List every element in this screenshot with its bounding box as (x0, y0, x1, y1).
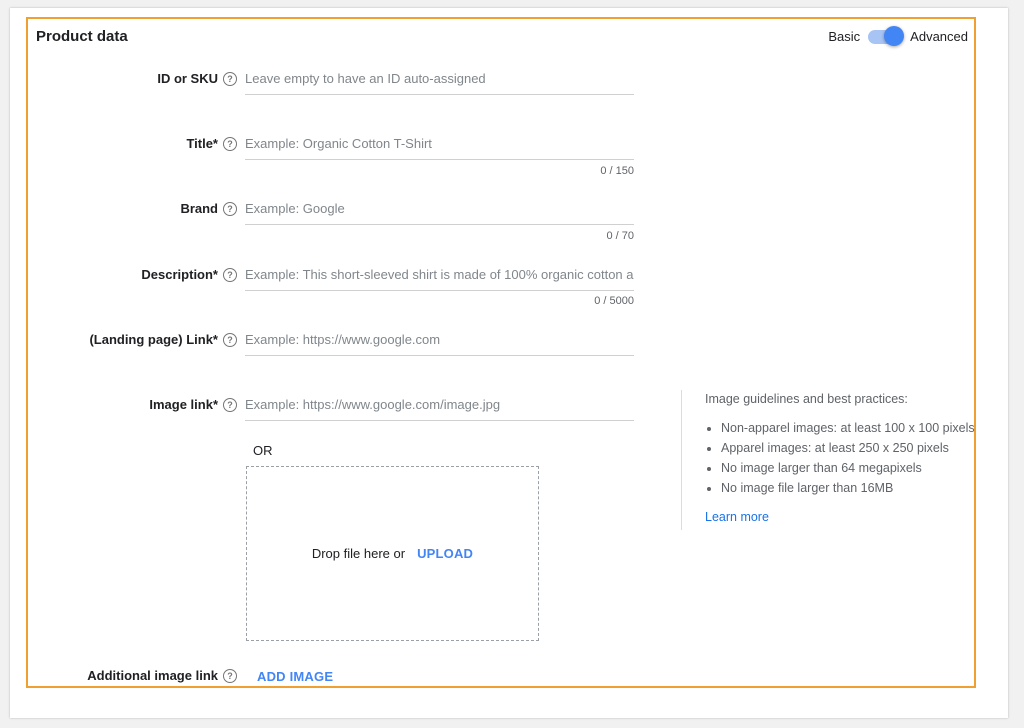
toggle-knob[interactable] (884, 26, 905, 46)
toggle-basic-label[interactable]: Basic (828, 29, 860, 44)
help-icon[interactable]: ? (223, 268, 237, 282)
brand-input[interactable] (245, 201, 634, 216)
drop-file-text: Drop file here or (311, 546, 406, 561)
description-char-counter: 0 / 5000 (594, 295, 634, 307)
description-input[interactable] (245, 267, 634, 282)
help-icon[interactable]: ? (223, 72, 237, 86)
brand-field[interactable] (245, 200, 634, 225)
id-sku-label: ID or SKU (157, 71, 218, 86)
guidelines-list: Non-apparel images: at least 100 x 100 p… (705, 420, 975, 497)
guideline-item: No image file larger than 16MB (721, 480, 971, 497)
guidelines-title: Image guidelines and best practices: (705, 392, 908, 406)
help-icon[interactable]: ? (223, 398, 237, 412)
title-input[interactable] (245, 136, 634, 151)
learn-more-link[interactable]: Learn more (705, 510, 971, 524)
id-sku-field[interactable] (245, 70, 634, 95)
panel-title: Product data (36, 28, 128, 45)
description-field[interactable] (245, 266, 634, 291)
image-link-label: Image link* (149, 397, 218, 412)
mode-toggle-group: Basic Advanced (828, 26, 968, 46)
landing-link-input[interactable] (245, 332, 634, 347)
or-separator: OR (253, 443, 273, 458)
image-link-input[interactable] (245, 397, 634, 412)
upload-button[interactable]: UPLOAD (417, 546, 473, 561)
guideline-item: Non-apparel images: at least 100 x 100 p… (721, 420, 975, 437)
image-guidelines: Image guidelines and best practices: Non… (681, 390, 975, 530)
guideline-item: No image larger than 64 megapixels (721, 460, 971, 477)
help-icon[interactable]: ? (223, 202, 237, 216)
title-label: Title* (186, 136, 218, 151)
additional-image-label: Additional image link (87, 668, 218, 683)
description-label: Description* (141, 267, 218, 282)
add-image-button[interactable]: ADD IMAGE (257, 669, 333, 684)
landing-link-field[interactable] (245, 331, 634, 356)
title-char-counter: 0 / 150 (600, 165, 634, 177)
help-icon[interactable]: ? (223, 669, 237, 683)
guideline-item: Apparel images: at least 250 x 250 pixel… (721, 440, 971, 457)
landing-link-label: (Landing page) Link* (89, 332, 218, 347)
basic-advanced-toggle[interactable] (868, 26, 905, 46)
id-sku-input[interactable] (245, 71, 634, 86)
help-icon[interactable]: ? (223, 137, 237, 151)
title-field[interactable] (245, 135, 634, 160)
image-dropzone[interactable]: Drop file here or UPLOAD (246, 466, 539, 641)
toggle-advanced-label[interactable]: Advanced (910, 29, 968, 44)
brand-label: Brand (180, 201, 218, 216)
help-icon[interactable]: ? (223, 333, 237, 347)
image-link-field[interactable] (245, 396, 634, 421)
brand-char-counter: 0 / 70 (606, 230, 634, 242)
